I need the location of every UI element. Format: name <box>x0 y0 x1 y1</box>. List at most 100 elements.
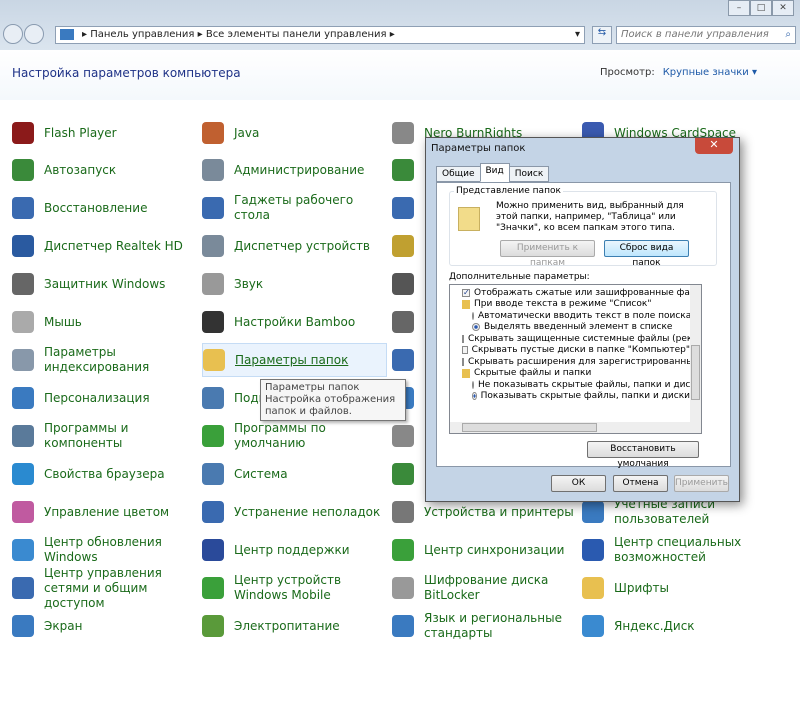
apply-button[interactable]: Применить <box>674 475 729 492</box>
tab-general[interactable]: Общие <box>436 166 481 182</box>
address-bar[interactable]: ▸ Панель управления ▸ Все элементы панел… <box>55 26 585 44</box>
option-row[interactable]: Выделять введенный элемент в списке <box>462 322 690 334</box>
control-panel-item[interactable]: Шифрование диска BitLocker <box>392 571 577 605</box>
control-panel-item[interactable]: Центр поддержки <box>202 533 387 567</box>
control-panel-item[interactable]: Параметры папок <box>202 343 387 377</box>
control-panel-item[interactable]: Центр синхронизации <box>392 533 577 567</box>
control-panel-item[interactable]: Экран <box>12 609 197 643</box>
view-value[interactable]: Крупные значки <box>663 67 749 78</box>
control-panel-item[interactable]: Электропитание <box>202 609 387 643</box>
option-row[interactable]: Скрывать расширения для зарегистрированн… <box>462 356 690 368</box>
item-label: Устранение неполадок <box>234 504 381 519</box>
item-icon <box>202 273 224 295</box>
vertical-scrollbar[interactable] <box>690 285 701 423</box>
tab-view[interactable]: Вид <box>479 163 510 182</box>
item-label: Шифрование диска BitLocker <box>424 573 549 602</box>
view-selector[interactable]: Просмотр: Крупные значки ▾ <box>600 67 757 78</box>
cancel-button[interactable]: Отмена <box>613 475 668 492</box>
control-panel-item[interactable]: Восстановление <box>12 191 197 225</box>
folder-icon <box>462 299 470 309</box>
item-icon <box>392 159 414 181</box>
control-panel-item[interactable]: Устранение неполадок <box>202 495 387 529</box>
breadcrumb-control-panel[interactable]: Панель управления <box>90 29 194 40</box>
item-label: Мышь <box>44 314 82 329</box>
checkbox[interactable]: ✓ <box>462 288 470 297</box>
maximize-button[interactable]: □ <box>750 0 772 16</box>
option-row[interactable]: Показывать скрытые файлы, папки и диски <box>462 391 690 403</box>
forward-button[interactable] <box>24 24 44 44</box>
item-label: Центр синхронизации <box>424 542 565 557</box>
item-label: Электропитание <box>234 618 340 633</box>
option-row[interactable]: При вводе текста в режиме "Список" <box>462 299 690 311</box>
option-row[interactable]: Скрывать пустые диски в папке "Компьютер… <box>462 345 690 357</box>
tooltip: Параметры папок Настройка отображения пап… <box>260 379 406 421</box>
control-panel-item[interactable]: Шрифты <box>582 571 767 605</box>
control-panel-item[interactable]: Автозапуск <box>12 153 197 187</box>
option-row[interactable]: Не показывать скрытые файлы, папки и дис… <box>462 379 690 391</box>
restore-defaults-button[interactable]: Восстановить умолчания <box>587 441 699 469</box>
horizontal-scrollbar[interactable] <box>450 422 701 433</box>
control-panel-item[interactable]: Программы по умолчанию <box>202 419 387 453</box>
search-input[interactable]: Поиск в панели управления ⌕ <box>616 26 796 44</box>
control-panel-item[interactable]: Управление цветом <box>12 495 197 529</box>
control-panel-item[interactable]: Параметры индексирования <box>12 343 197 377</box>
control-panel-item[interactable]: Мышь <box>12 305 197 339</box>
control-panel-item[interactable]: Персонализация <box>12 381 197 415</box>
ok-button[interactable]: ОК <box>551 475 606 492</box>
option-row[interactable]: Скрытые файлы и папки <box>462 368 690 380</box>
control-panel-item[interactable]: Свойства браузера <box>12 457 197 491</box>
radio-button[interactable] <box>472 323 480 332</box>
control-panel-item[interactable]: Администрирование <box>202 153 387 187</box>
control-panel-item[interactable]: Язык и региональные стандарты <box>392 609 577 643</box>
item-label: Центр управления сетями и общим доступом <box>44 565 162 610</box>
item-icon <box>392 501 414 523</box>
item-label: Экран <box>44 618 83 633</box>
option-row[interactable]: Скрывать защищенные системные файлы (рек… <box>462 333 690 345</box>
radio-button[interactable] <box>472 392 477 401</box>
item-icon <box>12 273 34 295</box>
minimize-button[interactable]: – <box>728 0 750 16</box>
control-panel-item[interactable]: Диспетчер Realtek HD <box>12 229 197 263</box>
control-panel-item[interactable]: Гаджеты рабочего стола <box>202 191 387 225</box>
radio-button[interactable] <box>472 380 474 389</box>
control-panel-item[interactable]: Программы и компоненты <box>12 419 197 453</box>
control-panel-item[interactable]: Яндекс.Диск <box>582 609 767 643</box>
control-panel-item[interactable]: Диспетчер устройств <box>202 229 387 263</box>
checkbox[interactable] <box>462 357 464 366</box>
control-panel-item[interactable]: Центр специальных возможностей <box>582 533 767 567</box>
control-panel-item[interactable]: Настройки Bamboo <box>202 305 387 339</box>
dialog-close-button[interactable]: ✕ <box>695 138 733 154</box>
item-label: Управление цветом <box>44 504 170 519</box>
item-label: Администрирование <box>234 162 365 177</box>
control-panel-item[interactable]: Java <box>202 116 387 150</box>
tab-search[interactable]: Поиск <box>508 166 550 182</box>
item-label: Автозапуск <box>44 162 117 177</box>
item-label: Центр специальных возможностей <box>614 535 742 564</box>
checkbox[interactable] <box>462 346 468 355</box>
control-panel-item[interactable]: Звук <box>202 267 387 301</box>
apply-to-folders-button[interactable]: Применить к папкам <box>500 240 595 268</box>
control-panel-item[interactable]: Центр управления сетями и общим доступом <box>12 566 197 610</box>
advanced-settings-list[interactable]: ✓ Отображать сжатые или зашифрованные фай… <box>449 284 702 434</box>
breadcrumb-all-items[interactable]: Все элементы панели управления <box>206 29 387 40</box>
close-window-button[interactable]: ✕ <box>772 0 794 16</box>
control-panel-item[interactable]: Система <box>202 457 387 491</box>
option-row[interactable]: Автоматически вводить текст в поле поиск… <box>462 310 690 322</box>
address-dropdown-icon[interactable]: ▾ <box>575 27 580 43</box>
item-icon <box>392 539 414 561</box>
item-icon <box>12 311 34 333</box>
option-label: При вводе текста в режиме "Список" <box>474 299 652 310</box>
control-panel-item[interactable]: Центр обновления Windows <box>12 533 197 567</box>
option-label: Скрывать пустые диски в папке "Компьютер… <box>471 345 690 356</box>
reset-folders-button[interactable]: Сброс вида папок <box>604 240 689 268</box>
radio-button[interactable] <box>472 311 474 320</box>
item-label: Гаджеты рабочего стола <box>234 193 354 222</box>
control-panel-item[interactable]: Flash Player <box>12 116 197 150</box>
refresh-button[interactable]: ⇆ <box>592 26 612 44</box>
control-panel-item[interactable]: Центр устройств Windows Mobile <box>202 571 387 605</box>
option-row[interactable]: ✓ Отображать сжатые или зашифрованные фай… <box>462 287 690 299</box>
item-label: Звук <box>234 276 264 291</box>
back-button[interactable] <box>3 24 23 44</box>
control-panel-item[interactable]: Защитник Windows <box>12 267 197 301</box>
checkbox[interactable] <box>462 334 464 343</box>
